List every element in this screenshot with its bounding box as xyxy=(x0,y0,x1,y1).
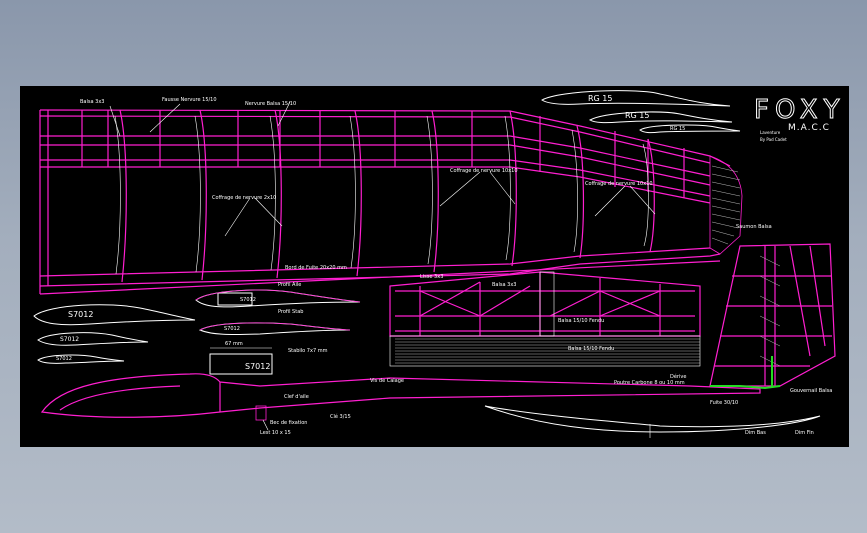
label-saumon: Saumon Balsa xyxy=(736,224,772,230)
airfoil-rg15-mid: RG 15 xyxy=(625,111,649,120)
title-subtitle: Laventure xyxy=(760,130,781,135)
s7012-airfoils: S7012 S7012 S7012 xyxy=(33,304,196,364)
label-coffrage-2: Coffrage de nervure 10x10 xyxy=(450,168,518,174)
label-coffrage-1: Coffrage de nervure 2x10 xyxy=(212,195,276,201)
airfoil-s7012-a: S7012 xyxy=(68,310,93,319)
label-balsa-3x3: Balsa 3x3 xyxy=(492,282,516,288)
label-fausse-nervure: Fausse Nervure 15/10 xyxy=(162,97,217,103)
airfoil-s7012-b: S7012 xyxy=(60,336,79,343)
title-foxy: FOXY xyxy=(754,95,845,125)
wing-plan: Balsa 3x3 Fausse Nervure 15/10 Nervure B… xyxy=(39,97,772,295)
label-lest: Lest 10 x 15 xyxy=(260,430,291,436)
label-profil-1: Profil Aile xyxy=(278,282,301,288)
label-lisse: Lisse 3x3 xyxy=(420,274,443,280)
label-cle: Clé 3/15 xyxy=(330,413,351,420)
stabilizer-plan: Lisse 3x3 Balsa 3x3 Balsa 15/10 Fendu Ba… xyxy=(389,271,701,367)
label-dim-fin: Dim Fin xyxy=(795,430,814,436)
rg15-airfoils: RG 15 RG 15 RG 15 xyxy=(541,90,741,134)
fuselage: S7012 67 mm Stabilo 7x7 mm Clef d'aile V… xyxy=(40,341,761,436)
tail-fin: Gouvernail Balsa Fuite 30/10 Poutre Carb… xyxy=(614,243,836,406)
label-stab: Stabilo 7x7 mm xyxy=(288,348,328,354)
title-credit: By Pad Cadet xyxy=(760,137,787,142)
label-dorsale: Dérive xyxy=(670,373,686,380)
label-dim-67: 67 mm xyxy=(225,341,243,347)
airfoil-rg15-big: RG 15 xyxy=(588,94,612,103)
label-fuite-30: Fuite 30/10 xyxy=(710,400,738,406)
label-vis: Vis de Calage xyxy=(370,378,404,384)
label-bec: Bec de fixation xyxy=(270,420,307,426)
label-gouv: Gouvernail Balsa xyxy=(790,388,832,394)
label-bord-fuite: Bord de Fuite 20x20 mm xyxy=(285,265,347,271)
title-macc: M.A.C.C xyxy=(788,123,830,133)
label-balsa-15: Balsa 15/10 Fendu xyxy=(558,318,604,324)
label-coffrage-3: Coffrage de nervure 10x10 xyxy=(585,181,653,187)
title-block: FOXY M.A.C.C Laventure By Pad Cadet xyxy=(754,95,845,143)
label-profil-2: Profil Stab xyxy=(278,309,303,315)
airfoil-s7012-d: S7012 xyxy=(240,297,256,303)
label-dim-bas: Dim Bas xyxy=(745,430,766,436)
stab-profiles: S7012 Profil Aile Profil Stab S7012 xyxy=(195,282,361,335)
blueprint-svg: Balsa 3x3 Fausse Nervure 15/10 Nervure B… xyxy=(33,90,845,438)
label-clef: Clef d'aile xyxy=(284,394,309,400)
fuselage-s7012: S7012 xyxy=(245,362,270,371)
label-ptr-carbon: Poutre Carbone 8 ou 10 mm xyxy=(614,380,685,386)
label-balsa-top: Balsa 3x3 xyxy=(80,99,104,105)
airfoil-s7012-e: S7012 xyxy=(224,326,240,332)
bottom-profile: Dim Bas Dim Fin xyxy=(484,405,821,438)
label-balsa-15-2: Balsa 15/10 Fendu xyxy=(568,346,614,352)
airfoil-s7012-c: S7012 xyxy=(56,356,72,362)
label-nervure: Nervure Balsa 15/10 xyxy=(245,101,296,107)
airfoil-rg15-small: RG 15 xyxy=(670,126,685,132)
cad-drawing-canvas[interactable]: Balsa 3x3 Fausse Nervure 15/10 Nervure B… xyxy=(20,86,849,447)
